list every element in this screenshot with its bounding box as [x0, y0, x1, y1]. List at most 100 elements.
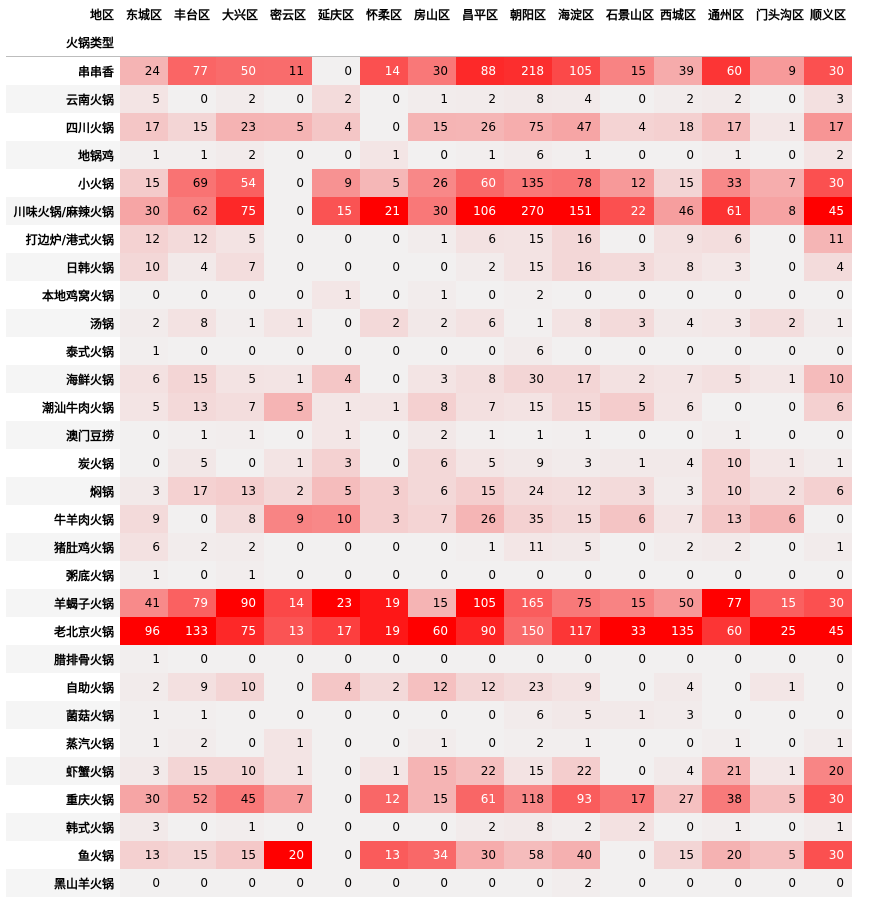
- heatmap-cell: 25: [750, 617, 805, 645]
- heatmap-cell: 15: [552, 505, 600, 533]
- heatmap-cell: 5: [264, 113, 312, 141]
- heatmap-cell: 12: [360, 785, 408, 813]
- heatmap-cell: 5: [552, 701, 600, 729]
- heatmap-cell: 0: [750, 337, 805, 365]
- heatmap-cell: 1: [360, 393, 408, 421]
- heatmap-cell: 1: [600, 701, 655, 729]
- column-header-spacer: [168, 28, 216, 57]
- heatmap-cell: 75: [216, 197, 264, 225]
- heatmap-cell: 38: [702, 785, 751, 813]
- heatmap-cell: 0: [750, 869, 805, 897]
- heatmap-cell: 62: [168, 197, 216, 225]
- heatmap-cell: 15: [216, 841, 264, 869]
- heatmap-cell: 9: [264, 505, 312, 533]
- heatmap-cell: 165: [504, 589, 552, 617]
- column-header-spacer: [120, 28, 168, 57]
- heatmap-cell: 0: [264, 281, 312, 309]
- heatmap-cell: 0: [750, 141, 805, 169]
- heatmap-cell: 5: [312, 477, 360, 505]
- heatmap-cell: 5: [456, 449, 504, 477]
- row-label: 菌菇火锅: [6, 701, 120, 729]
- column-header-spacer: [456, 28, 504, 57]
- heatmap-cell: 12: [120, 225, 168, 253]
- heatmap-cell: 33: [702, 169, 751, 197]
- heatmap-cell: 0: [168, 561, 216, 589]
- heatmap-cell: 4: [168, 253, 216, 281]
- heatmap-cell: 0: [654, 729, 703, 757]
- heatmap-cell: 4: [600, 113, 655, 141]
- heatmap-cell: 6: [120, 365, 168, 393]
- heatmap-cell: 0: [600, 421, 655, 449]
- heatmap-cell: 17: [312, 617, 360, 645]
- heatmap-cell: 0: [702, 281, 751, 309]
- heatmap-cell: 7: [654, 365, 703, 393]
- heatmap-cell: 13: [168, 393, 216, 421]
- heatmap-cell: 2: [120, 309, 168, 337]
- heatmap-cell: 9: [504, 449, 552, 477]
- heatmap-cell: 90: [456, 617, 504, 645]
- heatmap-cell: 39: [654, 56, 703, 85]
- column-header-spacer: [264, 28, 312, 57]
- heatmap-cell: 33: [600, 617, 655, 645]
- heatmap-cell: 0: [600, 225, 655, 253]
- heatmap-cell: 4: [312, 673, 360, 701]
- heatmap-cell: 10: [312, 505, 360, 533]
- heatmap-cell: 2: [216, 85, 264, 113]
- heatmap-cell: 30: [804, 56, 853, 85]
- heatmap-cell: 0: [264, 561, 312, 589]
- row-label: 粥底火锅: [65, 568, 114, 583]
- heatmap-cell: 0: [804, 281, 853, 309]
- heatmap-cell: 0: [456, 645, 504, 673]
- heatmap-cell: 1: [168, 421, 216, 449]
- table-body: 串串香 24 77 50 11 0 14 30 88 218 105 15 39 60 9 30 云南火锅 5 0 2…: [6, 56, 853, 897]
- heatmap-cell: 9: [120, 505, 168, 533]
- heatmap-cell: 0: [360, 337, 408, 365]
- column-header-spacer: [804, 28, 853, 57]
- heatmap-cell: 0: [312, 561, 360, 589]
- row-label: 串串香: [77, 64, 114, 79]
- heatmap-cell: 8: [504, 813, 552, 841]
- heatmap-cell: 0: [600, 533, 655, 561]
- heatmap-cell: 2: [504, 729, 552, 757]
- table-row: 本地鸡窝火锅 0 0 0 0 1 0 1 0 2 0 0 0 0 0 0: [6, 281, 853, 309]
- heatmap-cell: 52: [168, 785, 216, 813]
- heatmap-cell: 11: [264, 56, 312, 85]
- table-row: 羊蝎子火锅 41 79 90 14 23 19 15 105 165 75 15 50 77 15 30: [6, 589, 853, 617]
- heatmap-cell: 7: [264, 785, 312, 813]
- column-header: 丰台区: [174, 7, 211, 22]
- heatmap-cell: 1: [750, 449, 805, 477]
- heatmap-cell: 1: [120, 337, 168, 365]
- heatmap-cell: 15: [408, 757, 456, 785]
- heatmap-cell: 30: [804, 785, 853, 813]
- row-label: 虾蟹火锅: [6, 757, 120, 785]
- column-header: 门头沟区: [756, 7, 805, 22]
- heatmap-cell: 6: [456, 309, 504, 337]
- table-row: 虾蟹火锅 3 15 10 1 0 1 15 22 15 22 0 4 21 1 20: [6, 757, 853, 785]
- column-header-spacer: [504, 28, 552, 57]
- column-axis-label: 地区: [89, 7, 114, 22]
- heatmap-cell: 19: [360, 589, 408, 617]
- heatmap-cell: 1: [216, 309, 264, 337]
- column-header-spacer: [750, 28, 805, 57]
- heatmap-cell: 117: [552, 617, 600, 645]
- heatmap-cell: 0: [264, 869, 312, 897]
- heatmap-cell: 133: [168, 617, 216, 645]
- heatmap-cell: 0: [804, 701, 853, 729]
- row-label: 韩式火锅: [6, 813, 120, 841]
- heatmap-cell: 15: [504, 253, 552, 281]
- column-header: 顺义区: [810, 7, 847, 22]
- heatmap-cell: 1: [552, 729, 600, 757]
- heatmap-cell: 0: [360, 729, 408, 757]
- heatmap-cell: 23: [216, 113, 264, 141]
- heatmap-cell: 18: [654, 113, 703, 141]
- heatmap-cell: 0: [216, 701, 264, 729]
- heatmap-cell: 0: [702, 701, 751, 729]
- heatmap-cell: 17: [600, 785, 655, 813]
- heatmap-cell: 10: [702, 477, 751, 505]
- table-row: 牛羊肉火锅 9 0 8 9 10 3 7 26 35 15 6 7 13 6 0: [6, 505, 853, 533]
- row-label: 自助火锅: [65, 680, 114, 695]
- heatmap-cell: 0: [804, 421, 853, 449]
- heatmap-cell: 15: [312, 197, 360, 225]
- heatmap-cell: 0: [264, 337, 312, 365]
- row-label: 地锅鸡: [6, 141, 120, 169]
